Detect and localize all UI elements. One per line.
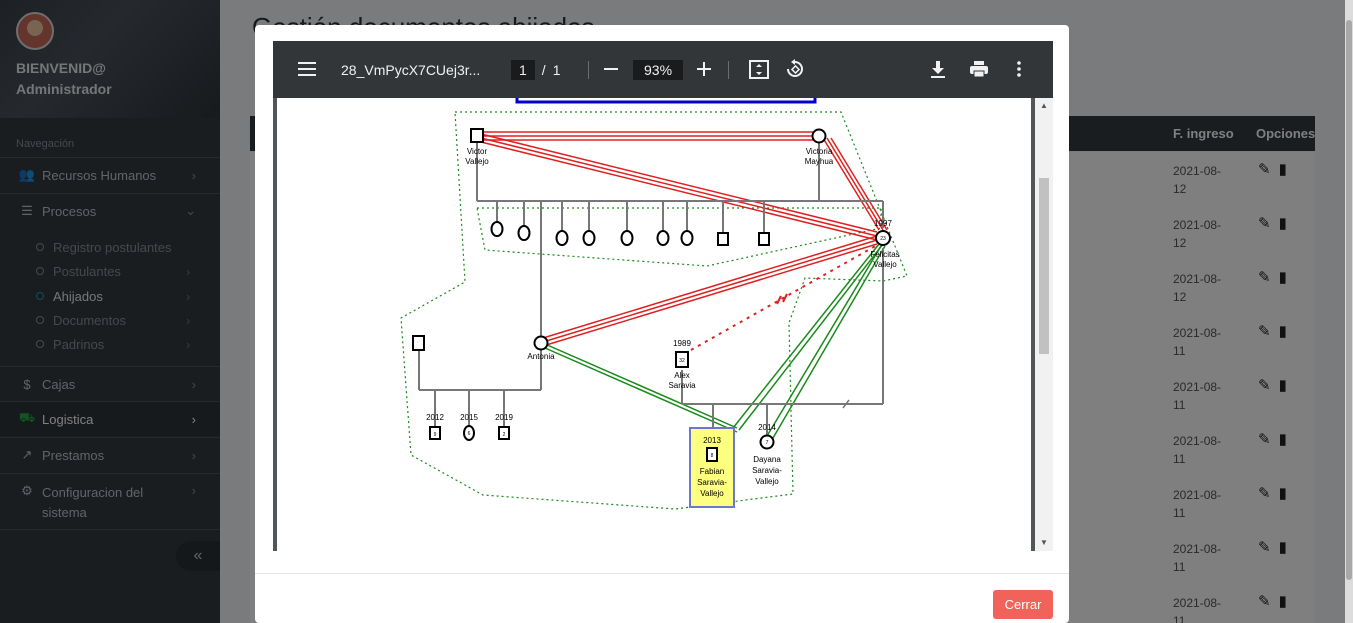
page-separator: / bbox=[541, 61, 546, 78]
victoria-name-2: Mayhua bbox=[805, 157, 834, 166]
felicitas-age: 23 bbox=[880, 236, 886, 242]
page-number-input[interactable]: 1 bbox=[511, 59, 535, 80]
person-female bbox=[533, 335, 549, 351]
victoria-name-1: Victoria bbox=[806, 147, 833, 156]
zoom-in-icon[interactable] bbox=[696, 61, 712, 77]
pdf-scrollbar-thumb[interactable] bbox=[1039, 178, 1049, 354]
fabian-age: 8 bbox=[711, 453, 714, 459]
dayana-name-3: Vallejo bbox=[755, 477, 779, 486]
pdf-filename: 28_VmPycX7CUej3r... bbox=[341, 61, 481, 78]
scrollbar-thumb[interactable] bbox=[1346, 20, 1352, 580]
siblings bbox=[490, 221, 770, 246]
pdf-page-area[interactable]: Victor Vallejo Victoria Mayhua 1997 23 F… bbox=[273, 98, 1035, 551]
felicitas-year: 1997 bbox=[874, 219, 892, 228]
cutoff-mark bbox=[776, 295, 782, 305]
genogram-diagram: Victor Vallejo Victoria Mayhua 1997 23 F… bbox=[400, 98, 908, 510]
scroll-down-icon[interactable]: ▼ bbox=[1040, 538, 1048, 547]
child-age: 6 bbox=[468, 431, 471, 437]
person-male bbox=[470, 128, 484, 143]
print-icon[interactable] bbox=[969, 60, 989, 78]
child-year: 2015 bbox=[460, 413, 478, 422]
modal-footer-divider bbox=[255, 573, 1069, 574]
felicitas-name-1: Felicitas bbox=[870, 250, 899, 259]
close-button[interactable]: Cerrar bbox=[993, 590, 1053, 619]
dayana-name-1: Dayana bbox=[753, 455, 781, 464]
antonia-name: Antonia bbox=[527, 352, 555, 361]
child-year: 2019 bbox=[495, 413, 513, 422]
toolbar-divider bbox=[728, 61, 729, 79]
victor-name-2: Vallejo bbox=[465, 157, 489, 166]
alex-year: 1989 bbox=[673, 339, 691, 348]
page-scrollbar[interactable] bbox=[1345, 0, 1353, 623]
pdf-toolbar: 28_VmPycX7CUej3r... 1 / 1 93% bbox=[273, 41, 1053, 98]
zoom-out-icon[interactable] bbox=[603, 61, 619, 77]
fabian-name-1: Fabian bbox=[700, 467, 724, 476]
header-box bbox=[515, 98, 817, 104]
download-icon[interactable] bbox=[930, 60, 946, 78]
rotate-icon[interactable] bbox=[785, 59, 805, 79]
page-total: 1 bbox=[552, 61, 561, 78]
victor-name-1: Victor bbox=[467, 147, 488, 156]
scroll-up-icon[interactable]: ▲ bbox=[1040, 101, 1048, 110]
alex-age: 32 bbox=[679, 358, 685, 364]
pdf-page: Victor Vallejo Victoria Mayhua 1997 23 F… bbox=[277, 98, 1031, 551]
fabian-name-2: Saravia- bbox=[697, 478, 727, 487]
pdf-viewer: 28_VmPycX7CUej3r... 1 / 1 93% Victor Val… bbox=[273, 41, 1053, 551]
person-male bbox=[412, 335, 425, 351]
document-modal: 28_VmPycX7CUej3r... 1 / 1 93% Victor Val… bbox=[255, 25, 1069, 623]
toolbar-divider bbox=[588, 61, 589, 79]
zoom-level: 93% bbox=[633, 41, 684, 98]
child-age: 9 bbox=[434, 432, 437, 438]
person-female bbox=[811, 128, 827, 144]
zoom-input[interactable]: 93% bbox=[633, 59, 684, 80]
felicitas-name-2: Vallejo bbox=[873, 260, 897, 269]
alex-name-2: Saravia bbox=[668, 381, 696, 390]
fit-page-icon[interactable] bbox=[749, 60, 769, 79]
page-indicator: 1 / 1 bbox=[511, 41, 560, 98]
menu-icon[interactable] bbox=[298, 61, 316, 77]
fabian-name-3: Vallejo bbox=[700, 489, 724, 498]
dayana-year: 2014 bbox=[758, 423, 776, 432]
child-year: 2012 bbox=[426, 413, 444, 422]
alex-name-1: Alex bbox=[674, 371, 690, 380]
close-relationship-lines bbox=[544, 243, 886, 439]
more-options-icon[interactable] bbox=[1017, 61, 1021, 77]
dayana-name-2: Saravia- bbox=[752, 466, 782, 475]
pdf-scrollbar[interactable]: ▲ ▼ bbox=[1035, 98, 1053, 551]
child-age: 2 bbox=[503, 432, 506, 438]
dayana-age: 7 bbox=[766, 440, 769, 446]
fabian-year: 2013 bbox=[703, 436, 721, 445]
